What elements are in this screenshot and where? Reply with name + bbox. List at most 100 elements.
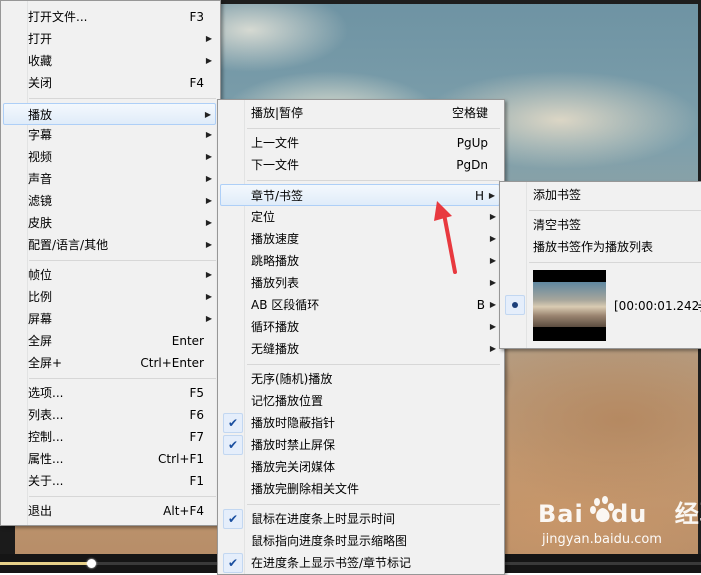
submenu-arrow-icon: ▶ <box>205 218 212 227</box>
menu-item-label: 播放完关闭媒体 <box>251 460 336 474</box>
menu-item-fullscreen[interactable]: 全屏 Enter <box>3 330 216 352</box>
menu-item-seamless-play[interactable]: 无缝播放 ▶ <box>220 338 500 360</box>
menu-item-config-language[interactable]: 配置/语言/其他 ▶ <box>3 234 216 256</box>
menu-item-label: 退出 <box>28 504 53 518</box>
watermark-site: jingyan.baidu.com <box>542 532 662 547</box>
menu-item-properties[interactable]: 属性... Ctrl+F1 <box>3 448 216 470</box>
menu-item-seek[interactable]: 定位 ▶ <box>220 206 500 228</box>
menu-separator <box>247 364 500 365</box>
menu-item-hide-cursor[interactable]: ✔ 播放时隐蔽指针 <box>220 412 500 434</box>
menu-item-close[interactable]: 关闭 F4 <box>3 72 216 94</box>
submenu-arrow-icon: ▶ <box>204 110 211 119</box>
menu-item-open[interactable]: 打开 ▶ <box>3 28 216 50</box>
menu-item-chapters-bookmarks[interactable]: 章节/书签 H ▶ <box>220 184 500 206</box>
menu-item-video[interactable]: 视频 ▶ <box>3 146 216 168</box>
menu-item-audio[interactable]: 声音 ▶ <box>3 168 216 190</box>
menu-item-shuffle[interactable]: 无序(随机)播放 <box>220 368 500 390</box>
menu-item-show-thumbnail-on-hover[interactable]: 鼠标指向进度条时显示缩略图 <box>220 530 500 552</box>
menu-item-delete-files-after[interactable]: 播放完删除相关文件 <box>220 478 500 500</box>
menu-item-show-bookmarks-on-bar[interactable]: ✔ 在进度条上显示书签/章节标记 <box>220 552 500 574</box>
menu-item-label: 控制... <box>28 430 64 444</box>
menu-item-favorites[interactable]: 收藏 ▶ <box>3 50 216 72</box>
menu-item-label: 播放时隐蔽指针 <box>251 416 336 430</box>
submenu-arrow-icon: ▶ <box>489 322 496 331</box>
menu-item-playlist[interactable]: 列表... F6 <box>3 404 216 426</box>
menu-item-label: 收藏 <box>28 54 53 68</box>
menu-item-shortcut: F3 <box>189 10 204 24</box>
menu-item-label: 全屏+ <box>28 356 63 370</box>
seek-thumb[interactable] <box>87 559 97 568</box>
menu-item-open-file[interactable]: 打开文件... F3 <box>3 6 216 28</box>
menu-item-play-pause[interactable]: 播放|暂停 空格键 <box>220 102 500 124</box>
menu-item-play[interactable]: 播放 ▶ <box>3 103 216 125</box>
bookmark-thumbnail <box>533 270 606 341</box>
menu-item-label: 视频 <box>28 150 53 164</box>
menu-item-screen[interactable]: 屏幕 ▶ <box>3 308 216 330</box>
menu-item-skip-play[interactable]: 跳略播放 ▶ <box>220 250 500 272</box>
menu-item-label: 下一文件 <box>251 158 300 172</box>
submenu-arrow-icon: ▶ <box>489 300 496 309</box>
checkmark-icon: ✔ <box>223 553 243 573</box>
menu-item-shortcut: Ctrl+F1 <box>158 452 204 466</box>
menu-item-label: 比例 <box>28 290 53 304</box>
menu-item-label: 字幕 <box>28 128 53 142</box>
menu-item-label: 循环播放 <box>251 320 300 334</box>
submenu-arrow-icon: ▶ <box>489 278 496 287</box>
submenu-arrow-icon: ▶ <box>205 270 212 279</box>
menu-item-label: 屏幕 <box>28 312 53 326</box>
menu-item-label: 属性... <box>28 452 64 466</box>
menu-item-add-bookmark[interactable]: 添加书签 <box>502 184 701 206</box>
menu-item-prev-file[interactable]: 上一文件 PgUp <box>220 132 500 154</box>
menu-item-label: 定位 <box>251 210 276 224</box>
menu-item-remember-position[interactable]: 记忆播放位置 <box>220 390 500 412</box>
seek-progress-fill <box>0 562 92 565</box>
submenu-arrow-icon: ▶ <box>489 212 496 221</box>
submenu-arrow-icon: ▶ <box>205 130 212 139</box>
baidu-jingyan-watermark: Bai du 经验 jingyan.baidu.com <box>538 494 701 554</box>
menu-separator <box>529 210 701 211</box>
play-submenu: 播放|暂停 空格键 上一文件 PgUp 下一文件 PgDn 章节/书签 H ▶ … <box>217 99 505 575</box>
menu-item-clear-bookmarks[interactable]: 清空书签 <box>502 214 701 236</box>
menu-item-filters[interactable]: 滤镜 ▶ <box>3 190 216 212</box>
menu-item-show-time-on-hover[interactable]: ✔ 鼠标在进度条上时显示时间 <box>220 508 500 530</box>
menu-item-exit[interactable]: 退出 Alt+F4 <box>3 500 216 522</box>
menu-item-shortcut: F1 <box>189 474 204 488</box>
menu-item-ab-loop[interactable]: AB 区段循环 B ▶ <box>220 294 500 316</box>
submenu-arrow-icon: ▶ <box>489 234 496 243</box>
submenu-arrow-icon: ▶ <box>489 256 496 265</box>
menu-item-label: 选项... <box>28 386 64 400</box>
menu-item-fullscreen-plus[interactable]: 全屏+ Ctrl+Enter <box>3 352 216 374</box>
menu-item-skins[interactable]: 皮肤 ▶ <box>3 212 216 234</box>
menu-separator <box>29 496 216 497</box>
menu-item-disable-screensaver[interactable]: ✔ 播放时禁止屏保 <box>220 434 500 456</box>
checkmark-icon: ✔ <box>223 509 243 529</box>
menu-item-label: 播放书签作为播放列表 <box>533 240 654 254</box>
menu-item-label: 跳略播放 <box>251 254 300 268</box>
menu-item-options[interactable]: 选项... F5 <box>3 382 216 404</box>
submenu-arrow-icon: ▶ <box>205 292 212 301</box>
menu-item-loop-play[interactable]: 循环播放 ▶ <box>220 316 500 338</box>
menu-item-close-media-after[interactable]: 播放完关闭媒体 <box>220 456 500 478</box>
menu-item-shortcut: Ctrl+Enter <box>140 356 204 370</box>
menu-item-about[interactable]: 关于... F1 <box>3 470 216 492</box>
selected-bullet-icon <box>505 295 525 315</box>
submenu-arrow-icon: ▶ <box>205 56 212 65</box>
submenu-arrow-icon: ▶ <box>488 191 495 200</box>
menu-item-play-speed[interactable]: 播放速度 ▶ <box>220 228 500 250</box>
menu-item-next-file[interactable]: 下一文件 PgDn <box>220 154 500 176</box>
menu-item-frame[interactable]: 帧位 ▶ <box>3 264 216 286</box>
menu-item-label: 声音 <box>28 172 53 186</box>
menu-item-play-list[interactable]: 播放列表 ▶ <box>220 272 500 294</box>
menu-separator <box>247 180 500 181</box>
menu-item-label: 添加书签 <box>533 188 582 202</box>
menu-item-bookmarks-as-playlist[interactable]: 播放书签作为播放列表 <box>502 236 701 258</box>
menu-item-label: 播放完删除相关文件 <box>251 482 360 496</box>
menu-item-shortcut: Enter <box>171 334 204 348</box>
menu-item-control[interactable]: 控制... F7 <box>3 426 216 448</box>
menu-item-label: 全屏 <box>28 334 53 348</box>
menu-item-subtitles[interactable]: 字幕 ▶ <box>3 124 216 146</box>
menu-item-label: 播放 <box>28 108 53 122</box>
menu-item-ratio[interactable]: 比例 ▶ <box>3 286 216 308</box>
menu-item-label: 播放|暂停 <box>251 106 304 120</box>
menu-item-label: 打开文件... <box>28 10 88 24</box>
